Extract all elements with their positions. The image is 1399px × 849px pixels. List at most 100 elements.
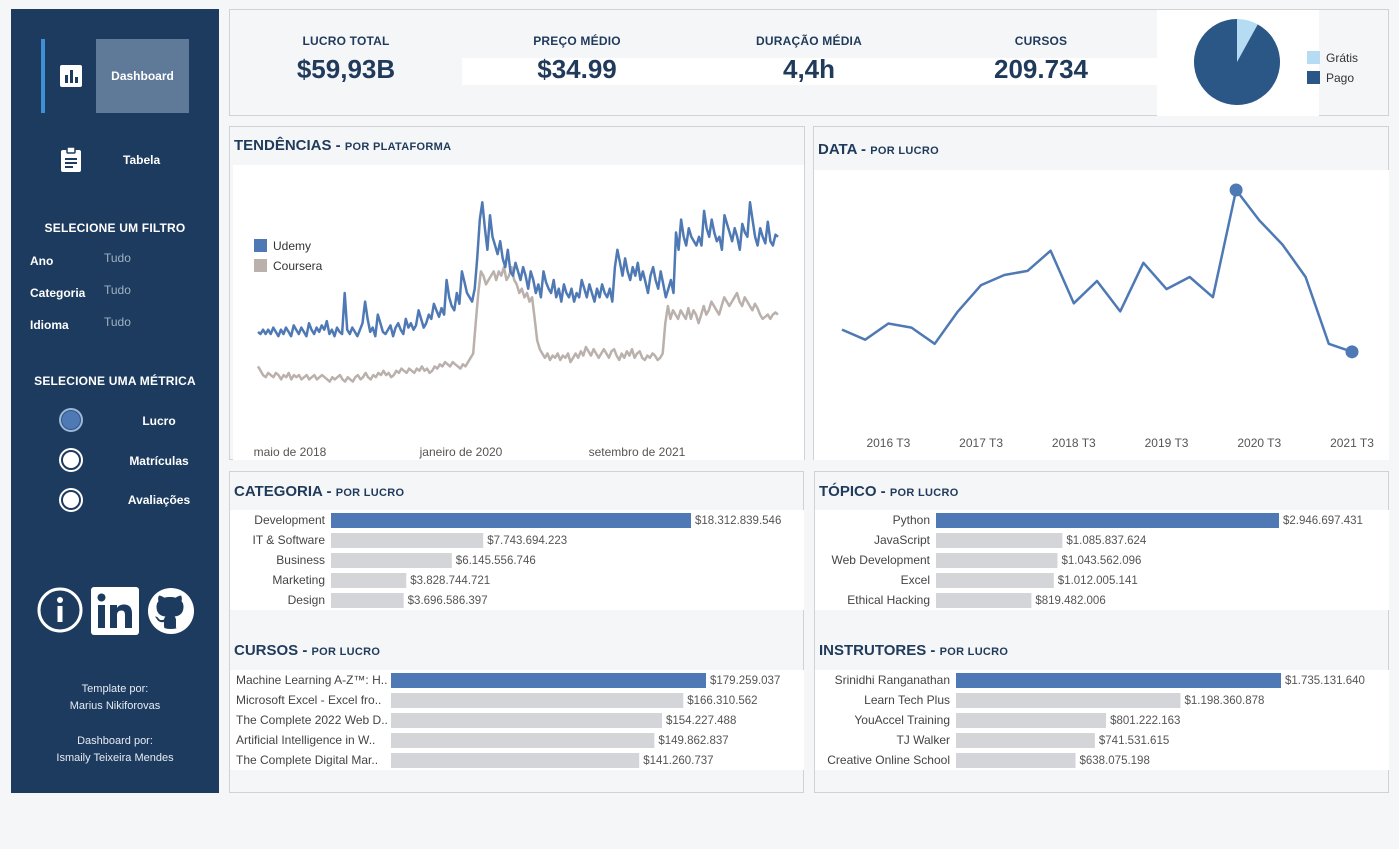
clipboard-icon[interactable] bbox=[59, 147, 83, 173]
bar[interactable] bbox=[956, 713, 1107, 728]
date-line[interactable] bbox=[841, 188, 1353, 353]
bar-value-label: $3.696.586.397 bbox=[408, 595, 488, 607]
topic-title-main: TÓPICO bbox=[819, 483, 877, 500]
category-bar-chart: Development $18.312.839.546 IT & Software $… bbox=[253, 513, 781, 608]
bar[interactable] bbox=[331, 593, 404, 608]
filter-language-select[interactable]: Tudo bbox=[104, 315, 131, 329]
bar[interactable] bbox=[391, 713, 663, 728]
pie-slice-paid[interactable] bbox=[1194, 19, 1280, 105]
pie-legend-label: Grátis bbox=[1326, 51, 1358, 65]
bar[interactable] bbox=[956, 673, 1281, 688]
bar[interactable] bbox=[936, 553, 1058, 568]
date-x-tick: 2020 T3 bbox=[1237, 436, 1281, 450]
bar[interactable] bbox=[956, 753, 1076, 768]
bar[interactable] bbox=[391, 673, 706, 688]
date-x-tick: 2019 T3 bbox=[1145, 436, 1189, 450]
trend-legend-swatch bbox=[254, 239, 267, 252]
trend-legend-label: Coursera bbox=[273, 259, 323, 273]
trend-x-tick: setembro de 2021 bbox=[589, 445, 686, 459]
courses-chart-container: Machine Learning A-Z™: H.. $179.259.037 Mi… bbox=[230, 670, 804, 770]
kpi-average-duration: DURAÇÃO MÉDIA 4,4h bbox=[709, 34, 909, 85]
bar-category-label: Development bbox=[254, 513, 325, 527]
bar-category-label: Design bbox=[288, 593, 325, 607]
category-title: CATEGORIA - POR LUCRO bbox=[234, 483, 405, 500]
bar-category-label: Web Development bbox=[832, 553, 931, 567]
info-icon[interactable] bbox=[37, 587, 83, 633]
bar-value-label: $1.085.837.624 bbox=[1066, 535, 1147, 547]
courses-bar-chart: Machine Learning A-Z™: H.. $179.259.037 Mi… bbox=[236, 673, 780, 768]
bar-category-label: Ethical Hacking bbox=[847, 593, 930, 607]
template-credit-author: Marius Nikiforovas bbox=[69, 700, 161, 712]
bar[interactable] bbox=[956, 733, 1095, 748]
nav-dashboard-label: Dashboard bbox=[111, 69, 174, 83]
metric-label-profit[interactable]: Lucro bbox=[111, 414, 207, 428]
instructors-bar-chart: Srinidhi Ranganathan $1.735.131.640 Learn … bbox=[827, 673, 1365, 768]
metric-radio-ratings[interactable] bbox=[59, 488, 83, 512]
bar-value-label: $141.260.737 bbox=[643, 755, 713, 767]
filter-label-year: Ano bbox=[30, 254, 54, 268]
bar[interactable] bbox=[956, 693, 1181, 708]
bar[interactable] bbox=[936, 593, 1032, 608]
kpi-panel: LUCRO TOTAL $59,93B PREÇO MÉDIO $34.99 D… bbox=[229, 9, 1389, 116]
metric-label-ratings[interactable]: Avaliações bbox=[111, 493, 207, 507]
trend-legend-label: Udemy bbox=[273, 239, 311, 253]
bar-value-label: $1.012.005.141 bbox=[1058, 575, 1138, 587]
date-x-tick: 2017 T3 bbox=[959, 436, 1003, 450]
metric-label-enrollments[interactable]: Matrículas bbox=[111, 454, 207, 468]
linkedin-icon[interactable] bbox=[91, 587, 139, 635]
bar[interactable] bbox=[331, 533, 484, 548]
template-credit-label: Template por: bbox=[81, 683, 149, 695]
filter-label-language: Idioma bbox=[30, 318, 69, 332]
metric-radio-enrollments[interactable] bbox=[59, 448, 83, 472]
topic-chart-container: Python $2.946.697.431 JavaScript $1.085.837… bbox=[815, 510, 1389, 610]
bar-value-label: $1.043.562.096 bbox=[1061, 555, 1141, 567]
bar[interactable] bbox=[391, 733, 655, 748]
filter-category-select[interactable]: Tudo bbox=[104, 283, 131, 297]
category-title-sub: POR LUCRO bbox=[335, 487, 405, 499]
bar-category-label: The Complete Digital Mar.. bbox=[236, 753, 378, 767]
category-courses-panel: CATEGORIA - POR LUCRO Development $18.312… bbox=[229, 471, 804, 793]
date-max-point[interactable] bbox=[1229, 183, 1243, 197]
bar[interactable] bbox=[936, 513, 1279, 528]
nav-dashboard-button[interactable]: Dashboard bbox=[96, 39, 189, 113]
bar-value-label: $166.310.562 bbox=[687, 695, 757, 707]
topic-title-sub: POR LUCRO bbox=[889, 487, 959, 499]
bar-chart-icon[interactable] bbox=[59, 64, 83, 88]
kpi-average-price: PREÇO MÉDIO $34.99 bbox=[477, 34, 677, 85]
courses-title-sub: POR LUCRO bbox=[311, 646, 381, 658]
kpi-courses: CURSOS 209.734 bbox=[941, 34, 1141, 85]
nav-active-indicator bbox=[41, 39, 45, 113]
nav-table-button[interactable]: Tabela bbox=[123, 153, 160, 167]
trend-x-tick: maio de 2018 bbox=[254, 445, 327, 459]
bar-category-label: Creative Online School bbox=[827, 753, 950, 767]
instructors-title: INSTRUTORES - POR LUCRO bbox=[819, 642, 1009, 659]
bar-value-label: $741.531.615 bbox=[1099, 735, 1169, 747]
bar-value-label: $179.259.037 bbox=[710, 675, 780, 687]
bar[interactable] bbox=[936, 573, 1054, 588]
date-x-tick: 2021 T3 bbox=[1330, 436, 1374, 450]
trend-line-coursera[interactable] bbox=[256, 265, 779, 383]
date-title-main: DATA bbox=[818, 141, 857, 158]
filter-year-select[interactable]: Tudo bbox=[104, 251, 131, 265]
dashboard-credit-author: Ismaily Teixeira Mendes bbox=[56, 752, 174, 764]
pie-chart: Grátis Pago bbox=[1194, 19, 1358, 105]
date-last-point[interactable] bbox=[1345, 345, 1359, 359]
bar-category-label: Business bbox=[276, 553, 325, 567]
metric-radio-profit[interactable] bbox=[59, 408, 83, 432]
github-icon[interactable] bbox=[147, 587, 195, 635]
bar[interactable] bbox=[391, 693, 684, 708]
topic-title: TÓPICO - POR LUCRO bbox=[819, 483, 959, 500]
filter-label-category: Categoria bbox=[30, 286, 86, 300]
bar-category-label: Microsoft Excel - Excel fro.. bbox=[236, 693, 381, 707]
bar[interactable] bbox=[331, 553, 452, 568]
bar-category-label: Artificial Intelligence in W.. bbox=[236, 733, 375, 747]
bar[interactable] bbox=[331, 513, 691, 528]
bar-value-label: $819.482.006 bbox=[1035, 595, 1105, 607]
bar[interactable] bbox=[936, 533, 1063, 548]
kpi-value: $59,93B bbox=[296, 54, 396, 84]
trend-x-tick: janeiro de 2020 bbox=[419, 445, 503, 459]
trends-title: TENDÊNCIAS - POR PLATAFORMA bbox=[234, 137, 452, 154]
bar[interactable] bbox=[331, 573, 407, 588]
bar-category-label: JavaScript bbox=[874, 533, 931, 547]
bar[interactable] bbox=[391, 753, 640, 768]
